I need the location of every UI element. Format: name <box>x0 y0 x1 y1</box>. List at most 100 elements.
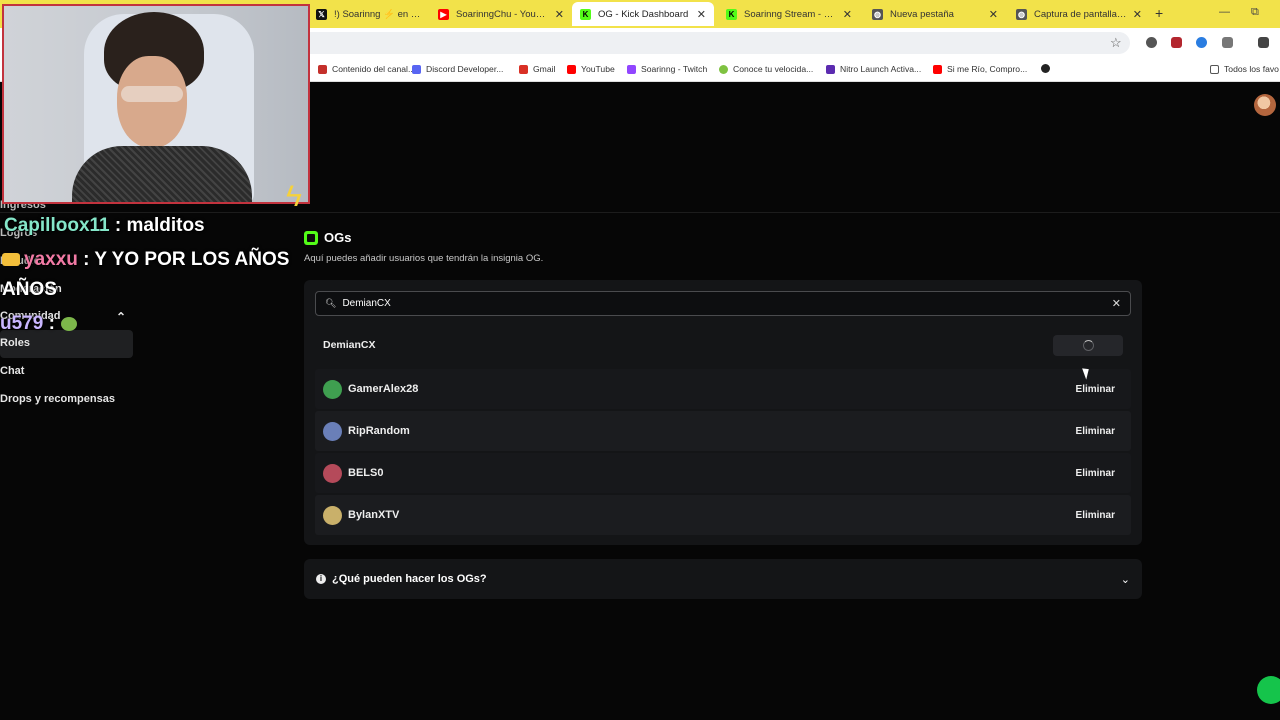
youtube-icon <box>567 64 576 74</box>
bookmark-item[interactable]: YouTube <box>567 64 615 74</box>
bookmark-item[interactable]: Nitro Launch Activa... <box>826 64 921 74</box>
faq-title: ¿Qué pueden hacer los OGs? <box>332 573 487 585</box>
tab-close-icon[interactable]: ✕ <box>697 8 706 21</box>
sidebar-item-roles[interactable]: Roles <box>0 337 30 349</box>
chat-text: AÑOS <box>2 279 57 300</box>
extension-icon[interactable] <box>1196 37 1207 48</box>
tab-title: !) Soarinng ⚡ en X: "E <box>334 8 422 20</box>
og-username: BylanXTV <box>348 509 400 521</box>
tab-soarinng-stream[interactable]: K Soarinng Stream - Watch ✕ <box>718 2 860 26</box>
tab-new-tab[interactable]: ◍ Nueva pestaña ✕ <box>864 2 1006 26</box>
bookmark-label: Soarinng - Twitch <box>641 64 708 74</box>
help-chat-button[interactable] <box>1257 676 1280 704</box>
tab-x[interactable]: 𝕏 !) Soarinng ⚡ en X: "E <box>308 2 430 26</box>
bookmark-label: Nitro Launch Activa... <box>840 64 922 74</box>
extension-icon[interactable] <box>1146 37 1157 48</box>
remove-og-button[interactable]: Eliminar <box>1076 426 1115 437</box>
bookmark-item[interactable] <box>1041 64 1055 73</box>
search-result-row: DemianCX <box>315 326 1131 364</box>
subscriber-badge-icon <box>2 253 20 267</box>
discord-icon <box>412 64 421 74</box>
restore-icon[interactable]: ⧉ <box>1251 6 1259 19</box>
globe-icon: ◍ <box>872 8 883 20</box>
tab-close-icon[interactable]: ✕ <box>555 8 564 21</box>
bookmark-label: Conoce tu velocida... <box>733 64 814 74</box>
search-input[interactable] <box>342 298 1112 309</box>
chat-message: Capilloox11 : malditos <box>4 215 205 237</box>
bookmark-item[interactable]: Soarinng - Twitch <box>627 64 707 74</box>
tab-close-icon[interactable]: ✕ <box>989 8 998 21</box>
bookmark-item[interactable]: Discord Developer... <box>412 64 503 74</box>
chevron-up-icon[interactable]: ⌃ <box>116 310 126 324</box>
avatar <box>323 379 342 399</box>
extension-icon[interactable] <box>1171 37 1182 48</box>
remove-og-button[interactable]: Eliminar <box>1076 384 1115 395</box>
bookmark-label: Discord Developer... <box>426 64 504 74</box>
bookmark-item[interactable]: Si me Río, Compro... <box>933 64 1027 74</box>
header-divider <box>0 212 1280 213</box>
bookmark-item[interactable]: Contenido del canal... <box>318 64 415 74</box>
all-bookmarks[interactable]: Todos los favo <box>1210 64 1279 74</box>
new-tab-button[interactable]: + <box>1155 5 1163 21</box>
og-badge-icon <box>304 230 318 245</box>
menu-icon[interactable] <box>1258 37 1269 48</box>
bookmark-icon <box>318 64 327 74</box>
remove-og-button[interactable]: Eliminar <box>1076 510 1115 521</box>
search-box: 🔍︎ ✕ <box>315 291 1131 316</box>
chevron-down-icon[interactable]: ⌄ <box>1121 573 1130 586</box>
user-avatar[interactable] <box>1254 94 1276 116</box>
clear-search-icon[interactable]: ✕ <box>1112 297 1121 310</box>
folder-icon <box>1210 64 1219 74</box>
sidebar-item-drops[interactable]: Drops y recompensas <box>0 393 115 405</box>
chat-text: : malditos <box>109 215 205 236</box>
webcam-glasses <box>121 86 183 102</box>
tab-youtube[interactable]: ▶ SoarinngChu - YouTube ✕ <box>430 2 572 26</box>
avatar <box>323 421 342 441</box>
chat-text: : Y YO POR LOS AÑOS <box>77 249 290 270</box>
og-username: GamerAlex28 <box>348 383 419 395</box>
sidebar-item-chat[interactable]: Chat <box>0 365 24 377</box>
remove-og-button[interactable]: Eliminar <box>1076 468 1115 479</box>
bookmark-item[interactable]: Conoce tu velocida... <box>719 64 813 74</box>
bookmark-item[interactable]: Gmail <box>519 64 555 74</box>
search-icon: 🔍︎ <box>325 298 337 308</box>
x-logo-icon: 𝕏 <box>316 8 327 20</box>
lightning-bolt-icon: ϟ <box>286 180 302 213</box>
bookmark-label: Si me Río, Compro... <box>947 64 1028 74</box>
add-og-button[interactable] <box>1053 334 1123 356</box>
tab-og-kick-dashboard[interactable]: K OG - Kick Dashboard ✕ <box>572 2 714 26</box>
info-icon: i <box>316 574 326 584</box>
og-user-row: BELS0 Eliminar <box>315 453 1131 493</box>
og-faq-accordion[interactable]: i ¿Qué pueden hacer los OGs? ⌄ <box>304 559 1142 599</box>
loading-spinner-icon <box>1082 339 1094 351</box>
bookmark-label: YouTube <box>581 64 615 74</box>
og-user-row: BylanXTV Eliminar <box>315 495 1131 535</box>
globe-icon: ◍ <box>1016 8 1027 20</box>
chat-message-continuation: AÑOS <box>2 279 57 301</box>
chat-emote-icon <box>60 316 77 331</box>
tab-close-icon[interactable]: ✕ <box>843 8 852 21</box>
url-input[interactable] <box>300 32 1130 54</box>
bookmark-star-icon[interactable]: ☆ <box>1110 35 1122 51</box>
chat-username: u579 <box>0 313 44 334</box>
bookmark-label: Gmail <box>533 64 556 74</box>
tab-screenshot[interactable]: ◍ Captura de pantalla 2026 ✕ <box>1008 2 1150 26</box>
tab-title: SoarinngChu - YouTube <box>456 8 549 20</box>
og-users-panel: 🔍︎ ✕ DemianCX GamerAlex28 Eliminar R <box>304 280 1142 545</box>
tab-title: Soarinng Stream - Watch <box>744 8 837 20</box>
tab-title: Nueva pestaña <box>890 8 954 20</box>
tab-title: OG - Kick Dashboard <box>598 8 689 20</box>
puzzle-icon[interactable] <box>1222 37 1233 48</box>
kick-icon: K <box>580 8 591 20</box>
youtube-icon: ▶ <box>438 8 449 20</box>
avatar <box>323 505 342 525</box>
tab-close-icon[interactable]: ✕ <box>1133 8 1142 21</box>
speedtest-icon <box>719 64 728 74</box>
minimize-icon[interactable]: — <box>1219 6 1230 18</box>
chat-username: yaxxu <box>24 249 78 270</box>
tab-title: Captura de pantalla 2026 <box>1034 8 1127 20</box>
kick-icon: K <box>726 8 737 20</box>
twitch-icon <box>627 64 636 74</box>
chat-message: u579 : <box>0 313 77 335</box>
webcam-overlay <box>2 4 310 204</box>
